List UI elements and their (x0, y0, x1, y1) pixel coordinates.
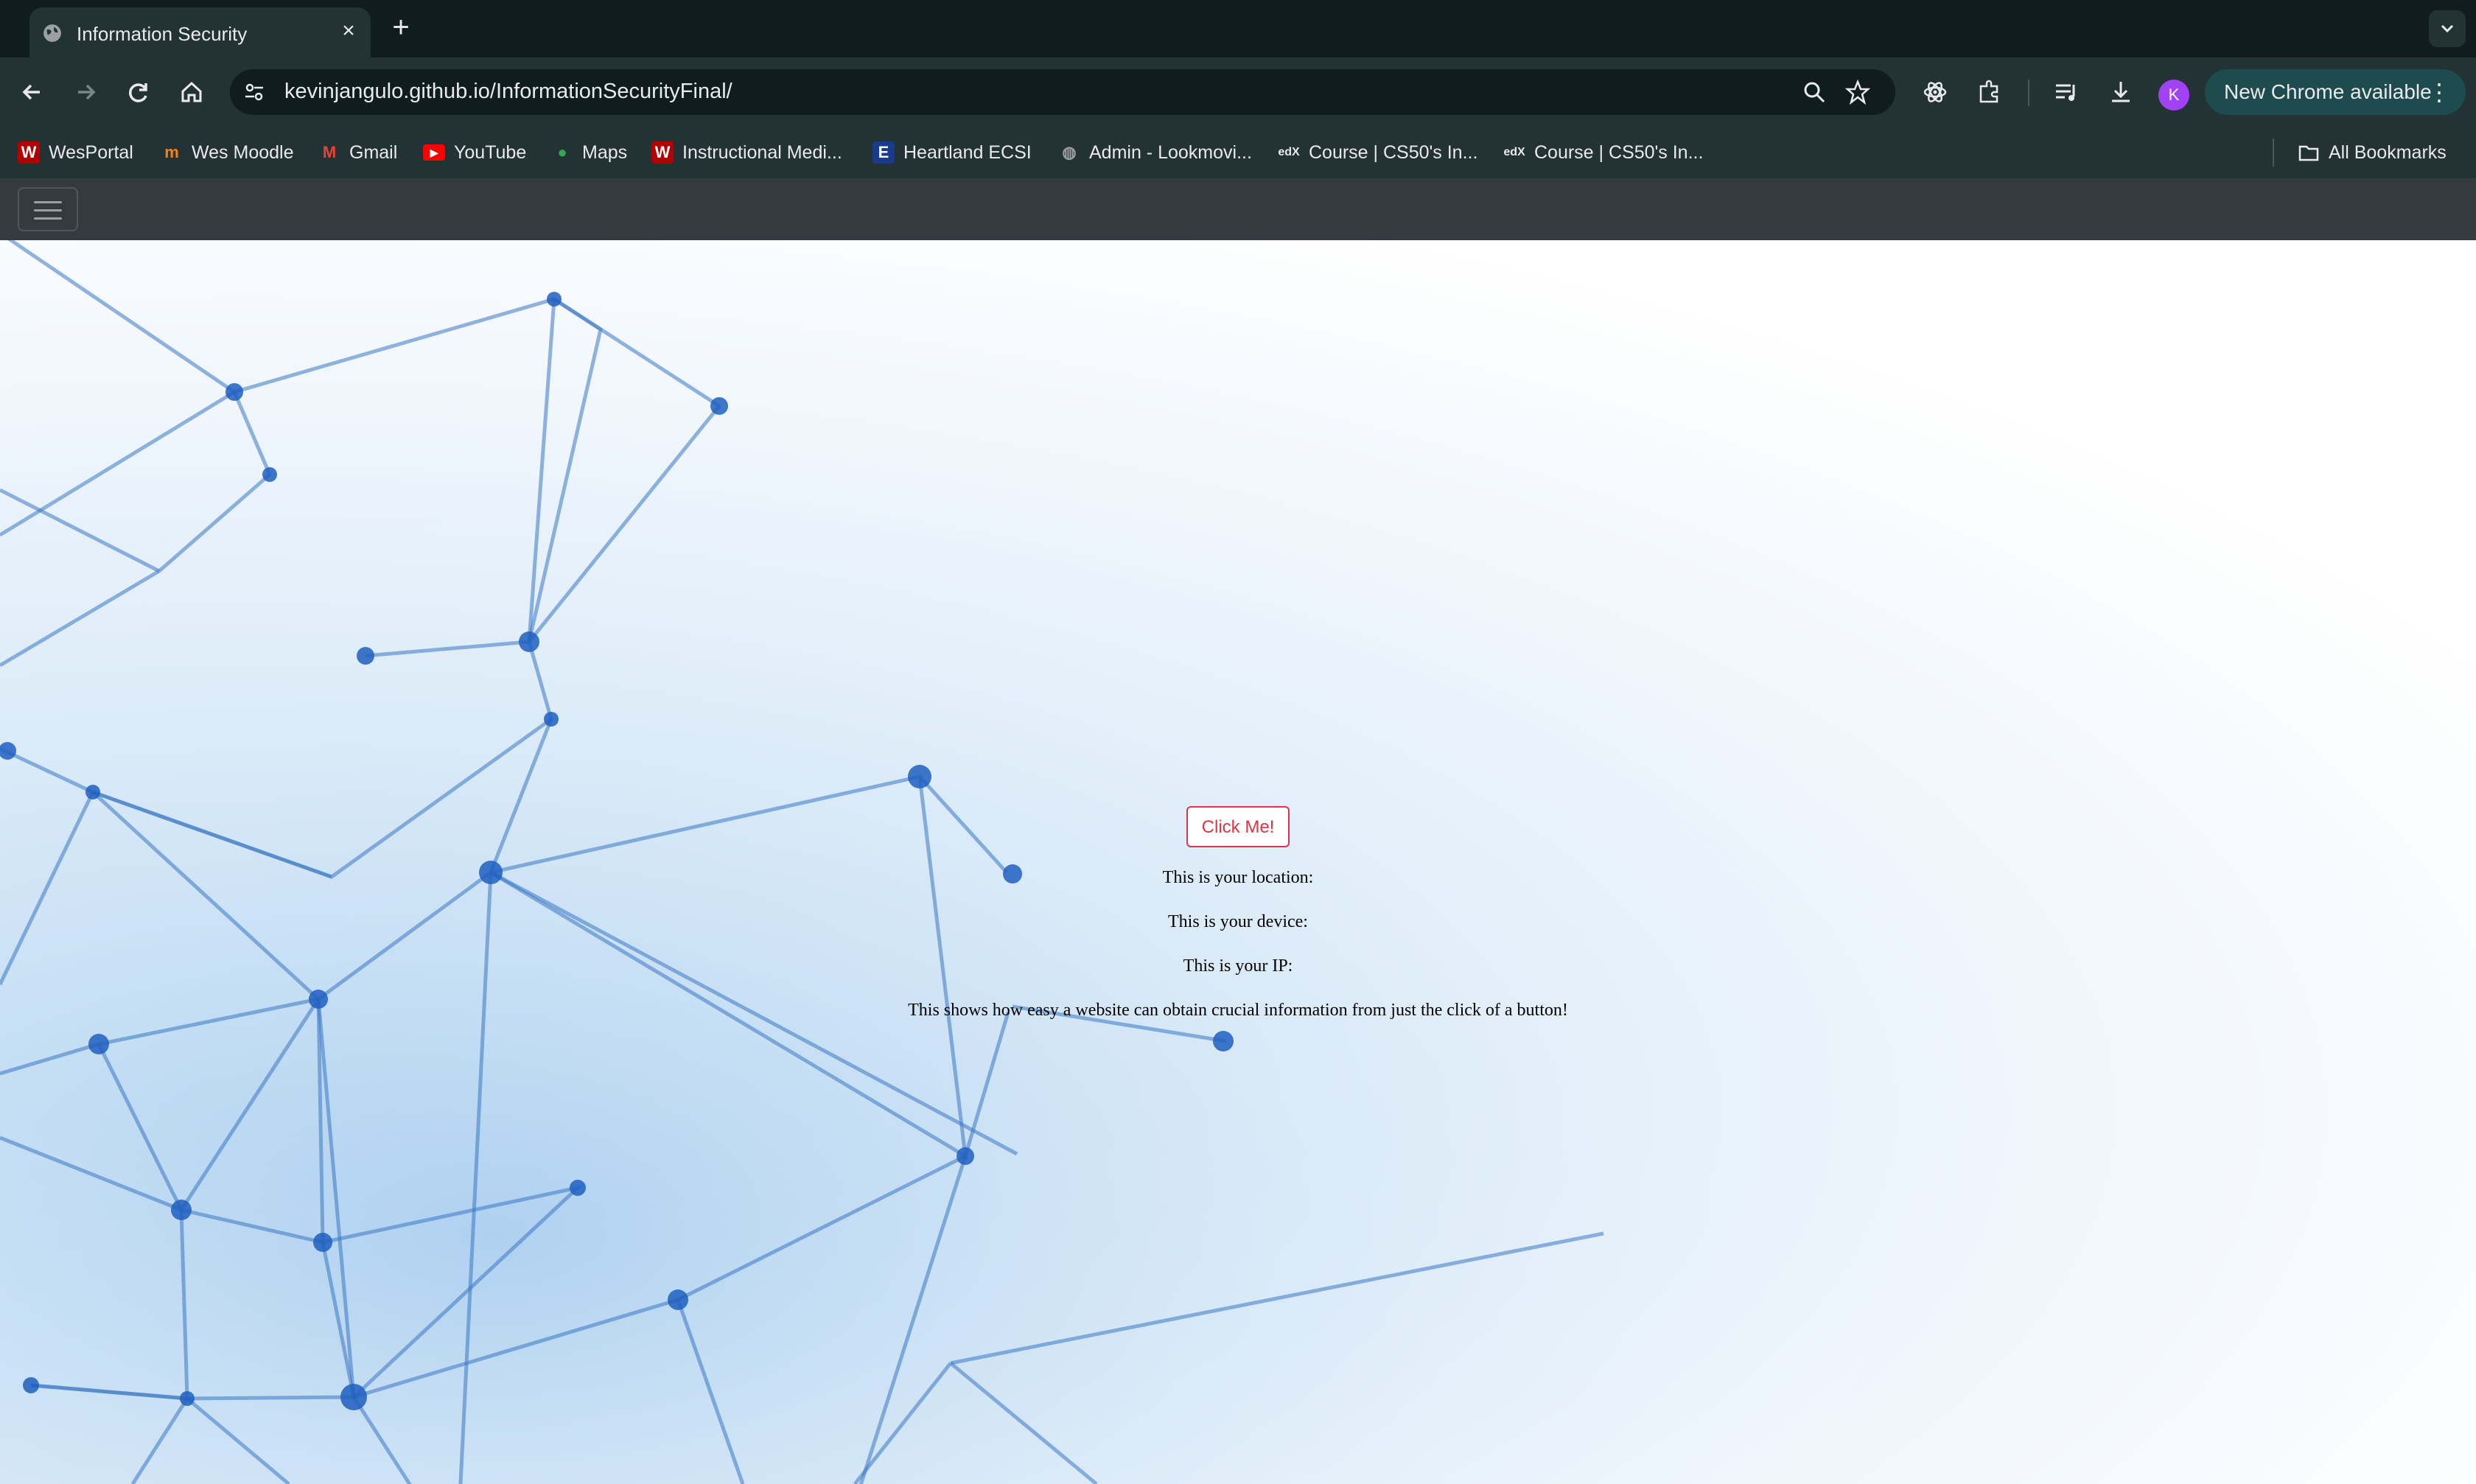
bookmark-label: Admin - Lookmovi... (1089, 141, 1252, 163)
bookmark-gmail[interactable]: M Gmail (318, 140, 397, 165)
bookmark-star-icon[interactable] (1845, 80, 1870, 105)
url-text[interactable]: kevinjangulo.github.io/InformationSecuri… (284, 80, 732, 104)
click-me-button[interactable]: Click Me! (1186, 806, 1290, 847)
moodle-icon: m (164, 143, 179, 161)
browser-toolbar: kevinjangulo.github.io/InformationSecuri… (0, 57, 2476, 127)
bookmark-label: Course | CS50's In... (1534, 141, 1704, 163)
menu-icon-bar (34, 209, 62, 211)
network-background-image (0, 240, 2476, 1484)
bookmark-label: Gmail (349, 141, 398, 163)
bookmark-label: WesPortal (49, 141, 133, 163)
ecsi-icon: E (872, 141, 895, 164)
new-chrome-available-button[interactable]: New Chrome available ⋮ (2205, 69, 2466, 115)
download-icon[interactable] (2106, 77, 2136, 107)
new-tab-button[interactable]: + (386, 13, 416, 43)
folder-icon (2298, 145, 2319, 161)
tab-title: Information Security (77, 23, 248, 45)
extension-react-icon[interactable] (1920, 77, 1950, 107)
bookmark-wesportal[interactable]: W WesPortal (18, 140, 133, 165)
chevron-down-icon (2441, 24, 2454, 33)
bookmarks-bar: W WesPortal m Wes Moodle M Gmail ▶ YouTu… (0, 127, 2476, 180)
youtube-icon: ▶ (423, 144, 445, 161)
bookmark-label: YouTube (454, 141, 527, 163)
bookmark-maps[interactable]: ● Maps (551, 140, 627, 165)
edx-icon: edX (1503, 146, 1525, 158)
page-content: Click Me! This is your location: This is… (0, 240, 2476, 1484)
zoom-icon[interactable] (1802, 80, 1826, 104)
bookmark-instructional-media[interactable]: W Instructional Medi... (651, 140, 842, 165)
bookmark-admin-lookmovie[interactable]: ◍ Admin - Lookmovi... (1058, 140, 1252, 165)
bookmark-label: Maps (582, 141, 628, 163)
forward-button[interactable] (71, 77, 100, 107)
bookmark-cs50-course-2[interactable]: edX Course | CS50's In... (1503, 140, 1703, 165)
browser-tab-strip: Information Security × + (0, 0, 2476, 57)
maps-icon: ● (557, 143, 567, 161)
more-menu-icon[interactable]: ⋮ (2427, 78, 2451, 106)
bookmark-label: Wes Moodle (192, 141, 294, 163)
ip-text: This is your IP: (1183, 956, 1293, 976)
site-navbar (0, 178, 2476, 240)
bookmark-youtube[interactable]: ▶ YouTube (423, 140, 526, 165)
bookmark-heartland-ecsi[interactable]: E Heartland ECSI (872, 140, 1032, 165)
menu-icon-bar (34, 201, 62, 203)
update-chip-label: New Chrome available (2224, 80, 2432, 103)
info-message: This shows how easy a website can obtain… (908, 1001, 1568, 1020)
bookmarks-divider (2273, 139, 2274, 167)
profile-avatar[interactable]: K (2158, 80, 2189, 111)
bookmark-label: Instructional Medi... (682, 141, 842, 163)
bookmark-wes-moodle[interactable]: m Wes Moodle (161, 140, 294, 165)
toolbar-divider (2028, 80, 2029, 106)
tab-search-button[interactable] (2429, 10, 2466, 47)
globe-icon: ◍ (1062, 143, 1077, 161)
device-text: This is your device: (1168, 912, 1308, 931)
gmail-icon: M (322, 143, 337, 161)
menu-icon-bar (34, 217, 62, 220)
site-settings-icon[interactable] (243, 81, 265, 103)
globe-icon (43, 24, 61, 42)
address-bar[interactable]: kevinjangulo.github.io/InformationSecuri… (230, 69, 1895, 115)
close-tab-icon[interactable]: × (337, 19, 360, 43)
all-bookmarks-button[interactable]: All Bookmarks (2298, 140, 2447, 165)
location-text: This is your location: (1162, 868, 1314, 887)
all-bookmarks-label: All Bookmarks (2329, 141, 2447, 163)
edx-icon: edX (1278, 146, 1300, 158)
reload-button[interactable] (124, 77, 153, 107)
bookmark-cs50-course-1[interactable]: edX Course | CS50's In... (1278, 140, 1477, 165)
extensions-puzzle-icon[interactable] (1975, 77, 2004, 107)
media-controls-icon[interactable] (2052, 77, 2081, 107)
back-button[interactable] (18, 77, 47, 107)
wesportal-icon: W (18, 141, 40, 164)
wes-icon: W (651, 141, 674, 164)
bookmark-label: Heartland ECSI (903, 141, 1032, 163)
home-button[interactable] (177, 77, 206, 107)
bookmark-label: Course | CS50's In... (1309, 141, 1478, 163)
browser-tab-active[interactable]: Information Security × (29, 7, 371, 57)
navbar-toggle-button[interactable] (18, 187, 78, 231)
